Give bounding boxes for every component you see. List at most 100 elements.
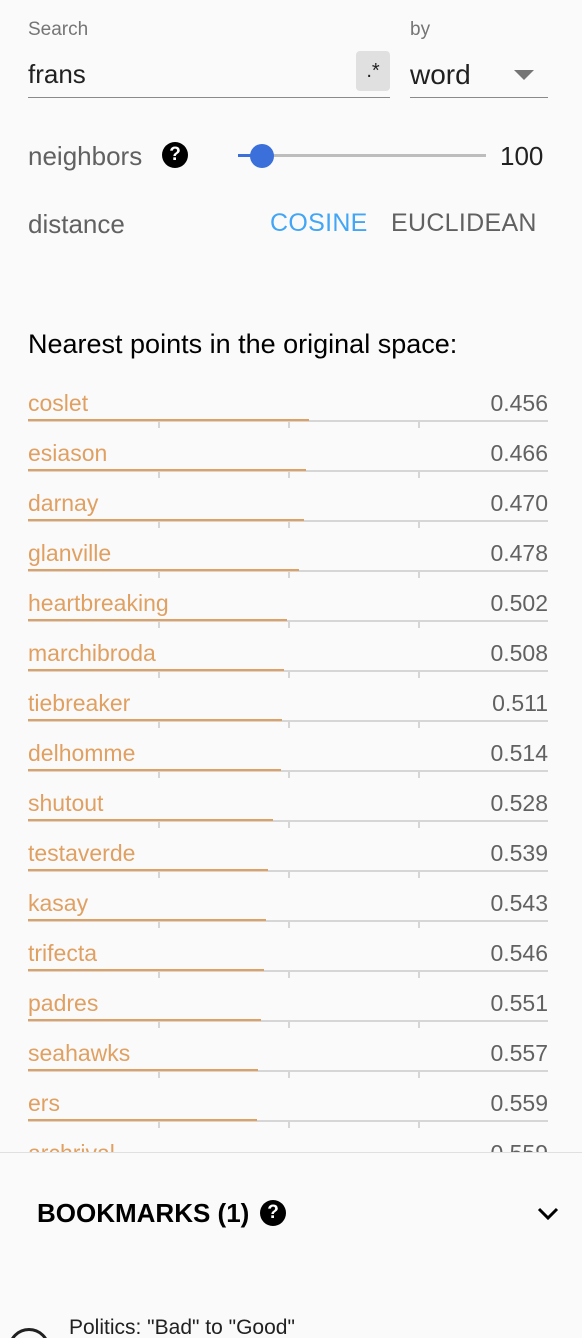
distance-bar-tick xyxy=(158,421,160,428)
bookmark-label[interactable]: Politics: "Bad" to "Good" xyxy=(69,1316,295,1338)
neighbor-word[interactable]: glanville xyxy=(28,540,111,567)
euclidean-button[interactable]: EUCLIDEAN xyxy=(391,209,537,238)
help-icon[interactable]: ? xyxy=(260,1200,286,1226)
distance-bar-tick xyxy=(158,621,160,628)
distance-bar xyxy=(28,419,309,421)
neighbor-word[interactable]: testaverde xyxy=(28,840,135,867)
distance-bar-tick xyxy=(158,1071,160,1078)
neighbor-score: 0.470 xyxy=(490,490,548,516)
distance-bar xyxy=(28,969,265,971)
distance-bar-tick xyxy=(288,721,290,728)
list-item[interactable]: testaverde 0.539 xyxy=(28,828,548,878)
list-item[interactable]: archrival 0.559 xyxy=(28,1128,548,1152)
distance-bar-tick xyxy=(288,471,290,478)
bookmarks-title[interactable]: BOOKMARKS (1) xyxy=(37,1198,249,1229)
neighbor-word[interactable]: marchibroda xyxy=(28,640,156,667)
distance-bar-tick xyxy=(418,771,420,778)
list-item[interactable]: darnay 0.470 xyxy=(28,478,548,528)
distance-bar-tick xyxy=(418,1121,420,1128)
neighbor-score: 0.543 xyxy=(490,890,548,916)
search-label: Search xyxy=(28,19,89,40)
nearest-points-title: Nearest points in the original space: xyxy=(28,329,458,359)
by-select-value: word xyxy=(410,58,471,90)
neighbor-word[interactable]: shutout xyxy=(28,790,103,817)
neighbor-word[interactable]: archrival xyxy=(28,1140,115,1152)
distance-bar xyxy=(28,469,306,471)
distance-bar xyxy=(28,1119,258,1121)
neighbor-word[interactable]: seahawks xyxy=(28,1040,130,1067)
list-item[interactable]: kasay 0.543 xyxy=(28,878,548,928)
list-item[interactable]: trifecta 0.546 xyxy=(28,928,548,978)
list-item[interactable]: esiason 0.466 xyxy=(28,428,548,478)
neighbor-score: 0.514 xyxy=(490,740,548,766)
chevron-down-icon[interactable] xyxy=(534,1200,562,1228)
distance-bar-tick xyxy=(418,421,420,428)
neighbor-score: 0.557 xyxy=(490,1040,548,1066)
bookmark-radio[interactable] xyxy=(8,1328,50,1338)
list-item[interactable]: shutout 0.528 xyxy=(28,778,548,828)
neighbor-score: 0.528 xyxy=(490,790,548,816)
list-item[interactable]: padres 0.551 xyxy=(28,978,548,1028)
distance-bar xyxy=(28,869,268,871)
by-select[interactable]: word xyxy=(410,52,548,98)
distance-bar xyxy=(28,769,281,771)
list-item[interactable]: marchibroda 0.508 xyxy=(28,628,548,678)
list-item[interactable]: seahawks 0.557 xyxy=(28,1028,548,1078)
neighbors-slider-track[interactable] xyxy=(238,154,486,157)
neighbor-word[interactable]: trifecta xyxy=(28,940,97,967)
neighbors-label: neighbors xyxy=(28,141,143,171)
distance-bar xyxy=(28,719,283,721)
distance-bar-tick xyxy=(418,921,420,928)
neighbors-value: 100 xyxy=(500,141,544,171)
cosine-button[interactable]: COSINE xyxy=(270,209,368,238)
neighbor-score: 0.511 xyxy=(492,690,548,716)
search-input[interactable] xyxy=(28,52,390,98)
dropdown-arrow-icon xyxy=(514,69,534,80)
neighbor-word[interactable]: heartbreaking xyxy=(28,590,169,617)
neighbor-word[interactable]: ers xyxy=(28,1090,60,1117)
section-divider xyxy=(0,1152,582,1153)
distance-bar-tick xyxy=(418,821,420,828)
distance-bar-tick xyxy=(158,971,160,978)
list-item[interactable]: glanville 0.478 xyxy=(28,528,548,578)
neighbor-word[interactable]: padres xyxy=(28,990,98,1017)
by-label: by xyxy=(410,19,431,40)
neighbor-score: 0.559 xyxy=(490,1140,548,1152)
distance-bar-tick xyxy=(288,971,290,978)
neighbor-score: 0.546 xyxy=(490,940,548,966)
neighbor-score: 0.456 xyxy=(490,390,548,416)
distance-bar-tick xyxy=(288,1071,290,1078)
neighbor-score: 0.478 xyxy=(490,540,548,566)
distance-bar-tick xyxy=(418,971,420,978)
distance-bar-tick xyxy=(418,571,420,578)
distance-bar-tick xyxy=(288,671,290,678)
list-item[interactable]: ers 0.559 xyxy=(28,1078,548,1128)
regex-toggle-button[interactable]: .* xyxy=(356,51,390,91)
neighbor-word[interactable]: coslet xyxy=(28,390,88,417)
distance-bar-tick xyxy=(158,921,160,928)
distance-bar-tick xyxy=(288,421,290,428)
list-item[interactable]: heartbreaking 0.502 xyxy=(28,578,548,628)
neighbor-word[interactable]: darnay xyxy=(28,490,98,517)
neighbor-score: 0.559 xyxy=(490,1090,548,1116)
neighbor-word[interactable]: delhomme xyxy=(28,740,135,767)
neighbor-word[interactable]: tiebreaker xyxy=(28,690,130,717)
neighbors-slider-knob[interactable] xyxy=(250,144,274,168)
distance-bar-tick xyxy=(288,871,290,878)
nearest-points-list: coslet 0.456 esiason 0.466 darnay 0.470 glanvi… xyxy=(28,378,548,1152)
distance-bar-tick xyxy=(288,1021,290,1028)
neighbor-score: 0.551 xyxy=(490,990,548,1016)
inspector-panel: Search by .* word neighbors ? 100 distan… xyxy=(0,0,582,1338)
distance-bar xyxy=(28,1069,259,1071)
distance-bar xyxy=(28,569,300,571)
distance-bar-tick xyxy=(418,671,420,678)
neighbor-word[interactable]: esiason xyxy=(28,440,107,467)
distance-bar-tick xyxy=(158,471,160,478)
help-icon[interactable]: ? xyxy=(162,142,188,168)
list-item[interactable]: coslet 0.456 xyxy=(28,378,548,428)
distance-bar xyxy=(28,519,304,521)
distance-bar xyxy=(28,1019,262,1021)
neighbor-word[interactable]: kasay xyxy=(28,890,88,917)
list-item[interactable]: tiebreaker 0.511 xyxy=(28,678,548,728)
list-item[interactable]: delhomme 0.514 xyxy=(28,728,548,778)
